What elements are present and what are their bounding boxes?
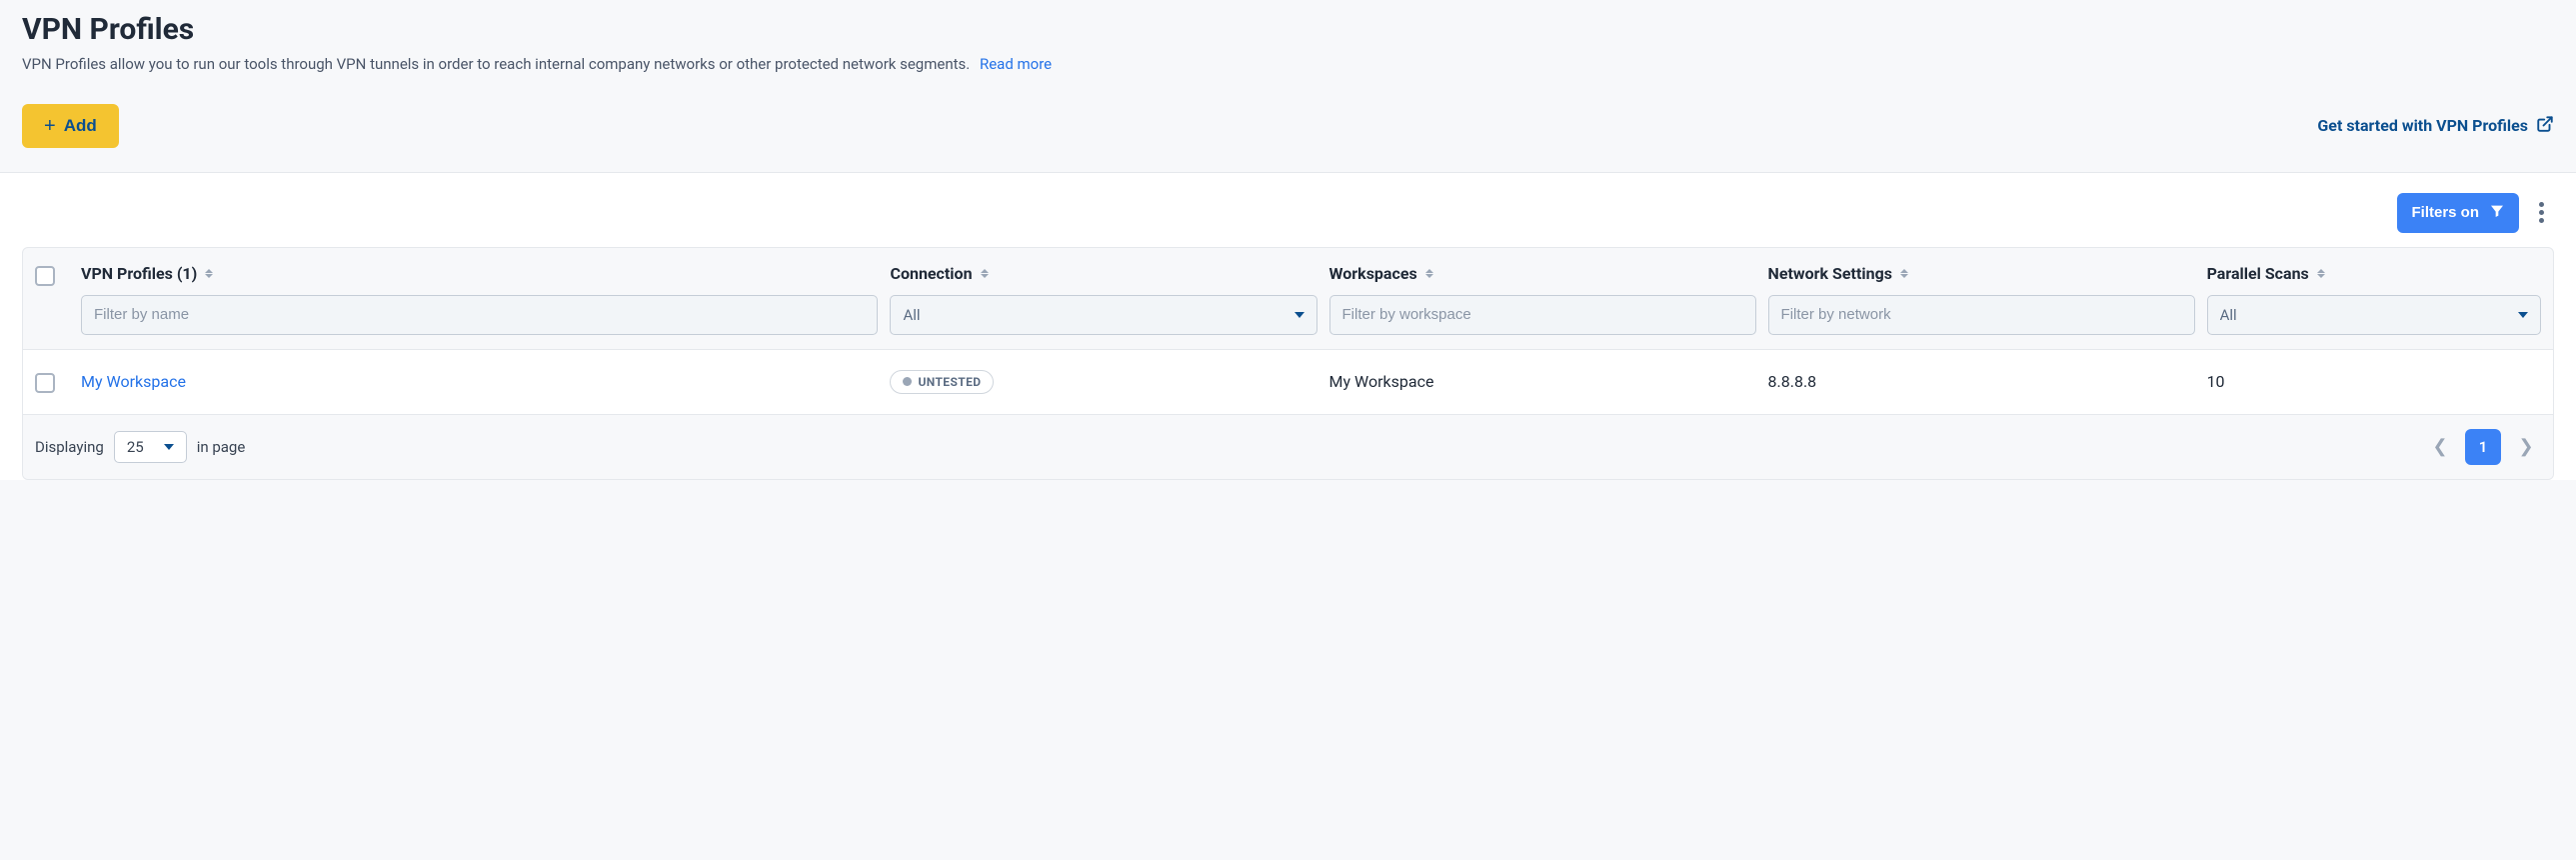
chevron-down-icon — [1294, 312, 1304, 318]
column-header-network[interactable]: Network Settings — [1768, 264, 1908, 283]
row-checkbox[interactable] — [35, 373, 55, 393]
filters-button[interactable]: Filters on — [2397, 193, 2519, 233]
sort-icon — [1425, 269, 1433, 278]
page-size-select[interactable]: 25 — [114, 431, 187, 463]
chevron-left-icon: ❮ — [2432, 436, 2447, 457]
add-button-label: Add — [64, 116, 97, 136]
select-all-checkbox[interactable] — [35, 266, 55, 286]
sort-icon — [981, 269, 989, 278]
status-badge: UNTESTED — [890, 370, 994, 394]
filter-workspace-input[interactable] — [1329, 295, 1756, 335]
status-label: UNTESTED — [918, 375, 981, 389]
cell-parallel: 10 — [2207, 372, 2225, 391]
column-header-profiles[interactable]: VPN Profiles (1) — [81, 264, 213, 283]
filter-parallel-value: All — [2220, 306, 2237, 324]
next-page-button[interactable]: ❯ — [2511, 432, 2541, 462]
filter-network-input[interactable] — [1768, 295, 2195, 335]
status-dot-icon — [903, 377, 912, 386]
in-page-label: in page — [197, 438, 246, 456]
column-header-connection-label: Connection — [890, 264, 972, 283]
chevron-down-icon — [164, 444, 174, 450]
chevron-right-icon: ❯ — [2518, 436, 2533, 457]
page-title: VPN Profiles — [22, 12, 2554, 47]
pagination: ❮ 1 ❯ — [2425, 429, 2541, 465]
external-link-icon — [2536, 115, 2554, 137]
cell-workspace: My Workspace — [1329, 372, 1434, 391]
get-started-label: Get started with VPN Profiles — [2317, 116, 2528, 135]
get-started-link[interactable]: Get started with VPN Profiles — [2317, 115, 2554, 137]
column-header-profiles-label: VPN Profiles (1) — [81, 264, 197, 283]
table-row: My Workspace UNTESTED My Workspace 8.8.8… — [23, 349, 2553, 414]
filter-connection-value: All — [903, 306, 920, 324]
column-header-workspaces[interactable]: Workspaces — [1329, 264, 1433, 283]
filter-icon — [2489, 203, 2505, 223]
column-header-parallel-label: Parallel Scans — [2207, 264, 2309, 283]
cell-network: 8.8.8.8 — [1768, 372, 1817, 391]
plus-icon: + — [44, 116, 56, 136]
page-subtitle: VPN Profiles allow you to run our tools … — [22, 53, 2554, 76]
vpn-profiles-table: VPN Profiles (1) Connection All Workspac… — [22, 247, 2554, 480]
read-more-link[interactable]: Read more — [980, 55, 1052, 73]
filter-parallel-select[interactable]: All — [2207, 295, 2541, 335]
profile-name-link[interactable]: My Workspace — [81, 372, 186, 391]
more-menu-button[interactable] — [2533, 194, 2550, 231]
prev-page-button[interactable]: ❮ — [2425, 432, 2455, 462]
filters-button-label: Filters on — [2411, 204, 2479, 221]
chevron-down-icon — [2518, 312, 2528, 318]
filter-name-input[interactable] — [81, 295, 878, 335]
add-button[interactable]: + Add — [22, 104, 119, 148]
filter-connection-select[interactable]: All — [890, 295, 1316, 335]
sort-icon — [1900, 269, 1908, 278]
page-number-current[interactable]: 1 — [2465, 429, 2501, 465]
page-size-value: 25 — [127, 438, 144, 456]
sort-icon — [2317, 269, 2325, 278]
subtitle-text: VPN Profiles allow you to run our tools … — [22, 55, 970, 73]
column-header-network-label: Network Settings — [1768, 264, 1892, 283]
column-header-workspaces-label: Workspaces — [1329, 264, 1417, 283]
displaying-label: Displaying — [35, 438, 104, 456]
table-footer: Displaying 25 in page ❮ 1 ❯ — [23, 414, 2553, 479]
table-header: VPN Profiles (1) Connection All Workspac… — [23, 248, 2553, 349]
column-header-parallel[interactable]: Parallel Scans — [2207, 264, 2325, 283]
column-header-connection[interactable]: Connection — [890, 264, 988, 283]
sort-icon — [205, 269, 213, 278]
